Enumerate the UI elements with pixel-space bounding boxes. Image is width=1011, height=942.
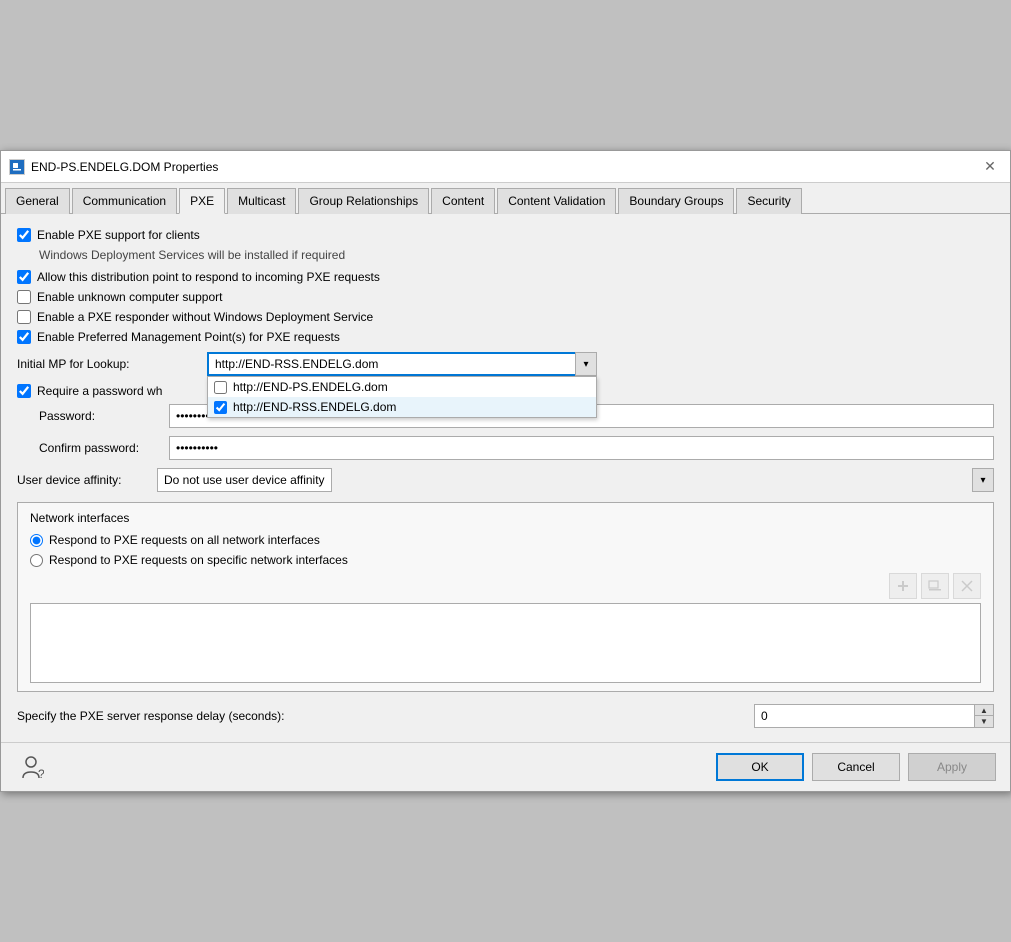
password-label: Password:	[39, 409, 169, 423]
dropdown-option-1-label: http://END-PS.ENDELG.dom	[233, 380, 388, 394]
initial-mp-dropdown-container: ▾ http://END-PS.ENDELG.dom http://END-RS…	[207, 352, 597, 376]
radio-all-label: Respond to PXE requests on all network i…	[49, 533, 320, 547]
allow-incoming-row: Allow this distribution point to respond…	[17, 270, 994, 284]
bottom-left: ?	[15, 751, 47, 783]
confirm-password-input[interactable]	[169, 436, 994, 460]
network-list-box[interactable]	[30, 603, 981, 683]
tab-communication[interactable]: Communication	[72, 188, 177, 214]
toolbar-add-button[interactable]	[889, 573, 917, 599]
tab-security[interactable]: Security	[736, 188, 801, 214]
tab-multicast[interactable]: Multicast	[227, 188, 296, 214]
tab-content[interactable]: Content	[431, 188, 495, 214]
enable-pxe-row: Enable PXE support for clients	[17, 228, 994, 242]
enable-preferred-row: Enable Preferred Management Point(s) for…	[17, 330, 994, 344]
cancel-button[interactable]: Cancel	[812, 753, 900, 781]
radio-specific-row: Respond to PXE requests on specific netw…	[30, 553, 981, 567]
delay-input[interactable]	[754, 704, 974, 728]
initial-mp-row: Initial MP for Lookup: ▾ http://END-PS.E…	[17, 352, 994, 376]
radio-specific-label: Respond to PXE requests on specific netw…	[49, 553, 348, 567]
tab-bar: General Communication PXE Multicast Grou…	[1, 183, 1010, 214]
radio-specific[interactable]	[30, 554, 43, 567]
user-help-icon: ?	[18, 754, 44, 780]
apply-button[interactable]: Apply	[908, 753, 996, 781]
edit-icon	[928, 579, 942, 593]
dropdown-option-2-label: http://END-RSS.ENDELG.dom	[233, 400, 396, 414]
svg-text:?: ?	[38, 767, 44, 780]
tab-group-relationships[interactable]: Group Relationships	[298, 188, 429, 214]
require-password-label: Require a password wh	[37, 384, 162, 398]
user-device-select[interactable]: Do not use user device affinity	[157, 468, 332, 492]
tab-general[interactable]: General	[5, 188, 70, 214]
pxe-content: Enable PXE support for clients Windows D…	[1, 214, 1010, 742]
toolbar-edit-button[interactable]	[921, 573, 949, 599]
network-interfaces-group: Network interfaces Respond to PXE reques…	[17, 502, 994, 692]
dropdown-option-2-checkbox[interactable]	[214, 401, 227, 414]
title-bar: END-PS.ENDELG.DOM Properties ✕	[1, 151, 1010, 183]
user-device-row: User device affinity: Do not use user de…	[17, 468, 994, 492]
dropdown-option-1[interactable]: http://END-PS.ENDELG.dom	[208, 377, 596, 397]
enable-responder-label: Enable a PXE responder without Windows D…	[37, 310, 373, 324]
initial-mp-dropdown-list: http://END-PS.ENDELG.dom http://END-RSS.…	[207, 376, 597, 418]
enable-unknown-checkbox[interactable]	[17, 290, 31, 304]
add-icon	[896, 579, 910, 593]
bottom-right: OK Cancel Apply	[716, 753, 996, 781]
enable-pxe-label: Enable PXE support for clients	[37, 228, 200, 242]
main-window: END-PS.ENDELG.DOM Properties ✕ General C…	[0, 150, 1011, 792]
user-device-wrapper: Do not use user device affinity ▾	[157, 468, 994, 492]
initial-mp-label: Initial MP for Lookup:	[17, 357, 207, 371]
spinner-wrapper: ▲ ▼	[754, 704, 994, 728]
enable-responder-row: Enable a PXE responder without Windows D…	[17, 310, 994, 324]
dropdown-option-1-checkbox[interactable]	[214, 381, 227, 394]
user-device-arrow: ▾	[972, 468, 994, 492]
enable-pxe-checkbox[interactable]	[17, 228, 31, 242]
enable-unknown-row: Enable unknown computer support	[17, 290, 994, 304]
bottom-bar: ? OK Cancel Apply	[1, 742, 1010, 791]
enable-preferred-label: Enable Preferred Management Point(s) for…	[37, 330, 340, 344]
confirm-password-label: Confirm password:	[39, 441, 169, 455]
tab-content-validation[interactable]: Content Validation	[497, 188, 616, 214]
spinner-up-button[interactable]: ▲	[975, 705, 993, 716]
ok-button[interactable]: OK	[716, 753, 804, 781]
radio-all-row: Respond to PXE requests on all network i…	[30, 533, 981, 547]
radio-all[interactable]	[30, 534, 43, 547]
allow-incoming-checkbox[interactable]	[17, 270, 31, 284]
spinner-buttons: ▲ ▼	[974, 704, 994, 728]
initial-mp-input[interactable]	[207, 352, 597, 376]
toolbar-delete-button[interactable]	[953, 573, 981, 599]
require-password-checkbox[interactable]	[17, 384, 31, 398]
window-title: END-PS.ENDELG.DOM Properties	[31, 160, 218, 174]
window-icon	[9, 159, 25, 175]
allow-incoming-label: Allow this distribution point to respond…	[37, 270, 380, 284]
enable-unknown-label: Enable unknown computer support	[37, 290, 222, 304]
help-icon[interactable]: ?	[15, 751, 47, 783]
dropdown-option-2[interactable]: http://END-RSS.ENDELG.dom	[208, 397, 596, 417]
tab-boundary-groups[interactable]: Boundary Groups	[618, 188, 734, 214]
spinner-down-button[interactable]: ▼	[975, 716, 993, 727]
delay-label: Specify the PXE server response delay (s…	[17, 709, 754, 723]
user-device-label: User device affinity:	[17, 473, 157, 487]
title-bar-left: END-PS.ENDELG.DOM Properties	[9, 159, 218, 175]
tab-pxe[interactable]: PXE	[179, 188, 225, 214]
enable-responder-checkbox[interactable]	[17, 310, 31, 324]
wds-note: Windows Deployment Services will be inst…	[39, 248, 994, 262]
confirm-password-row: Confirm password:	[39, 436, 994, 460]
enable-preferred-checkbox[interactable]	[17, 330, 31, 344]
network-interfaces-title: Network interfaces	[30, 511, 981, 525]
toolbar-icons	[30, 573, 981, 599]
delete-icon	[960, 579, 974, 593]
delay-row: Specify the PXE server response delay (s…	[17, 704, 994, 728]
close-button[interactable]: ✕	[978, 155, 1002, 179]
